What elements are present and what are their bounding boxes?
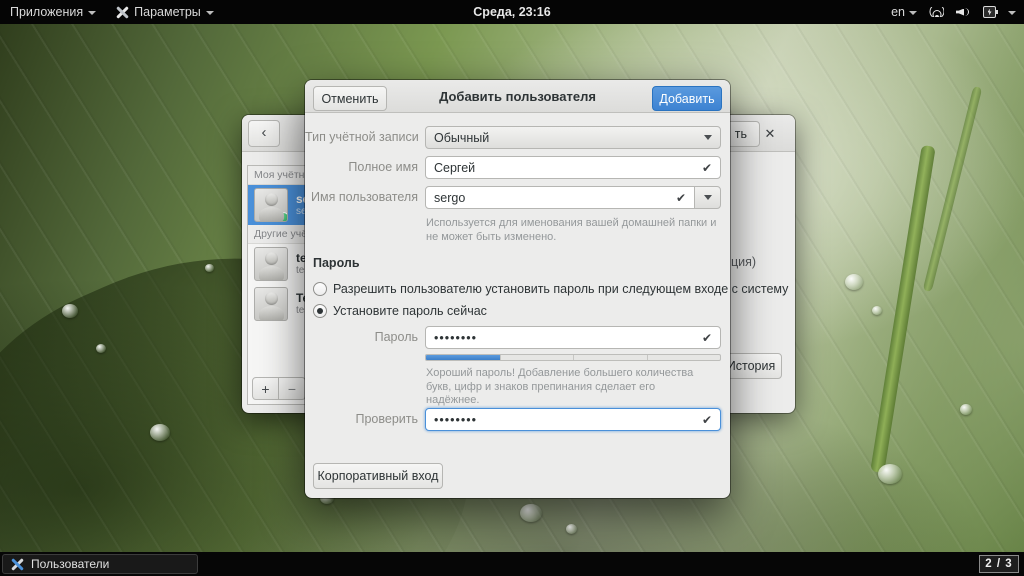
water-droplet xyxy=(150,424,170,441)
radio-set-password-now[interactable] xyxy=(313,304,327,318)
keyboard-layout-indicator[interactable]: en xyxy=(891,5,917,19)
check-icon xyxy=(702,413,712,427)
verify-password-value: •••••••• xyxy=(434,413,696,427)
full-name-value: Сергей xyxy=(434,161,696,175)
username-dropdown-button[interactable] xyxy=(694,186,721,209)
password-input[interactable]: •••••••• xyxy=(425,326,721,349)
water-droplet xyxy=(960,404,972,415)
taskbar-window-button[interactable]: Пользователи xyxy=(2,554,198,574)
account-type-text-partial: ция) xyxy=(731,255,756,269)
water-droplet xyxy=(520,504,542,522)
account-type-value: Обычный xyxy=(434,131,704,145)
user-avatar xyxy=(254,287,288,321)
chevron-down-icon xyxy=(704,195,712,200)
password-value: •••••••• xyxy=(434,331,696,345)
user-avatar xyxy=(254,247,288,281)
radio-set-at-next-login-label[interactable]: Разрешить пользователю установить пароль… xyxy=(333,282,788,297)
password-label: Пароль xyxy=(305,326,418,349)
taskbar-window-label: Пользователи xyxy=(31,557,109,571)
online-status-dot xyxy=(278,212,288,222)
chevron-down-icon xyxy=(909,11,917,15)
water-droplet xyxy=(205,264,214,272)
bottom-taskbar: Пользователи 2 / 3 xyxy=(0,552,1024,576)
username-label: Имя пользователя xyxy=(305,186,418,209)
system-tray: en xyxy=(891,5,1024,19)
cancel-button[interactable]: Отменить xyxy=(313,86,387,111)
check-icon xyxy=(702,331,712,345)
clock[interactable]: Среда, 23:16 xyxy=(0,5,1024,19)
water-droplet xyxy=(845,274,863,290)
screen: Приложения Параметры Среда, 23:16 en xyxy=(0,0,1024,576)
password-strength-meter xyxy=(425,354,721,361)
remove-user-button[interactable]: − xyxy=(279,377,306,400)
user-avatar xyxy=(254,188,288,222)
username-hint: Используется для именования вашей домашн… xyxy=(426,217,720,244)
back-button[interactable] xyxy=(248,120,280,147)
water-droplet xyxy=(872,306,882,315)
workspace-indicator[interactable]: 2 / 3 xyxy=(979,555,1019,573)
water-droplet xyxy=(878,464,902,484)
top-bar: Приложения Параметры Среда, 23:16 en xyxy=(0,0,1024,24)
enterprise-login-button[interactable]: Корпоративный вход xyxy=(313,463,443,489)
battery-icon[interactable] xyxy=(983,6,996,18)
check-icon xyxy=(676,191,686,205)
chevron-down-icon xyxy=(704,135,712,140)
password-hint: Хороший пароль! Добавление большего коли… xyxy=(426,367,706,408)
radio-set-password-now-label[interactable]: Установите пароль сейчас xyxy=(333,304,487,319)
chevron-down-icon[interactable] xyxy=(1008,11,1016,15)
check-icon xyxy=(702,161,712,175)
full-name-label: Полное имя xyxy=(305,156,418,179)
password-section-label: Пароль xyxy=(313,256,360,270)
full-name-input[interactable]: Сергей xyxy=(425,156,721,179)
desktop-wallpaper: ть Моя учётная se ser Другие учёт te xyxy=(0,24,1024,552)
username-value: sergo xyxy=(434,191,670,205)
tools-icon xyxy=(11,558,24,571)
add-user-dialog: Добавить пользователя Отменить Добавить … xyxy=(305,80,730,498)
volume-icon[interactable] xyxy=(956,7,971,18)
add-user-button[interactable]: + xyxy=(252,377,279,400)
keyboard-layout-label: en xyxy=(891,5,905,19)
radio-set-at-next-login[interactable] xyxy=(313,282,327,296)
verify-password-input[interactable]: •••••••• xyxy=(425,408,721,431)
verify-label: Проверить xyxy=(305,408,418,431)
password-strength-fill xyxy=(426,355,500,360)
wifi-icon[interactable] xyxy=(929,7,944,17)
list-add-remove-toolbar: + − xyxy=(252,377,306,400)
water-droplet xyxy=(62,304,78,318)
account-type-label: Тип учётной записи xyxy=(305,126,418,149)
username-input[interactable]: sergo xyxy=(425,186,695,209)
water-droplet xyxy=(566,524,577,534)
close-icon[interactable] xyxy=(759,123,781,145)
add-button[interactable]: Добавить xyxy=(652,86,722,111)
account-type-combobox[interactable]: Обычный xyxy=(425,126,721,149)
water-droplet xyxy=(96,344,106,353)
